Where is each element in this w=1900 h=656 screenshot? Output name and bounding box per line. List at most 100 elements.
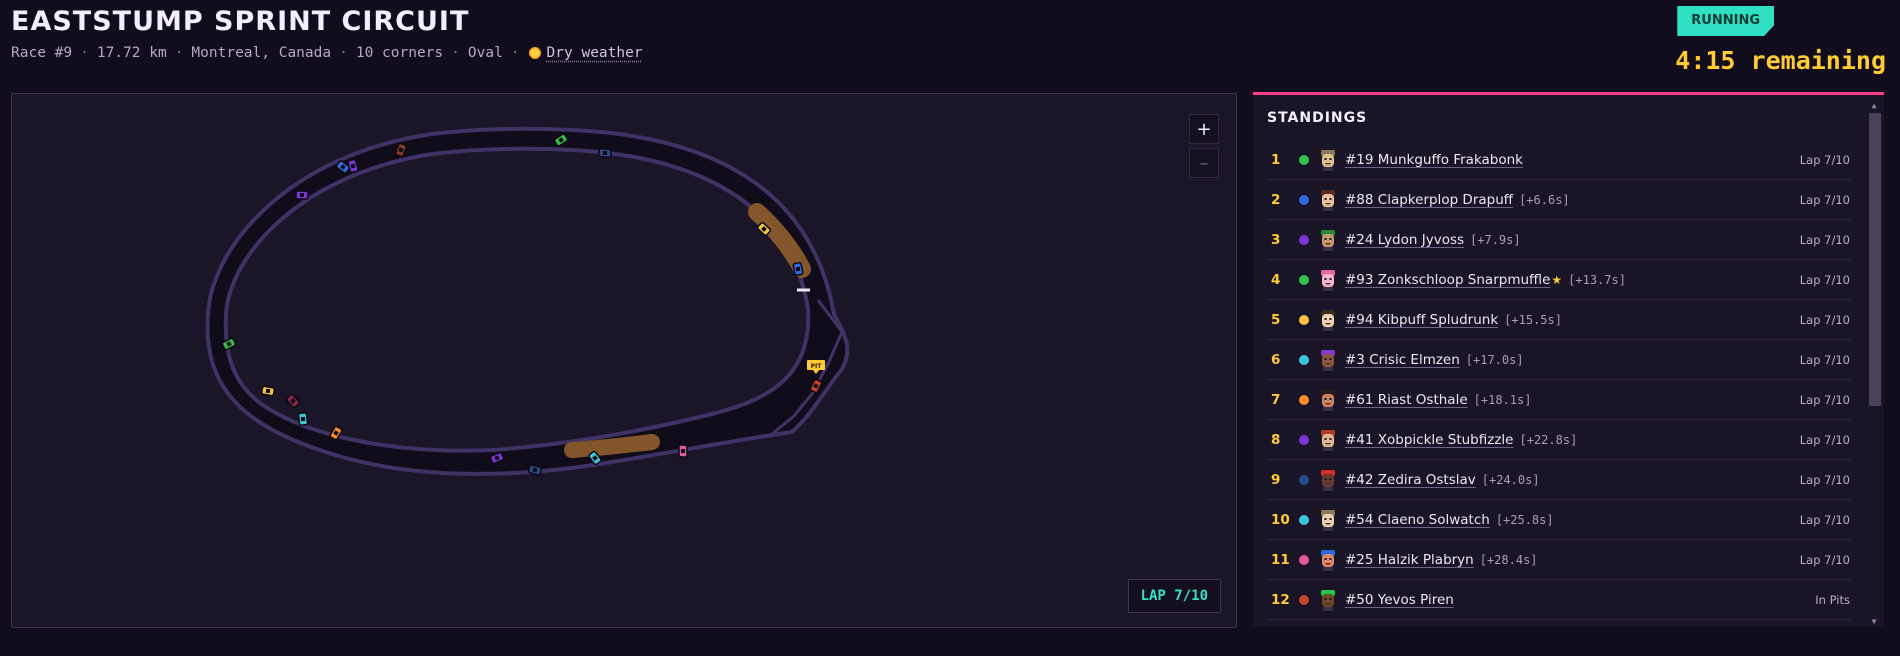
standings-row[interactable]: 5 #94 Kibpuff Spludrunk [+15.5s] Lap 7/10 [1267,300,1852,340]
driver-avatar-icon [1321,189,1335,211]
team-color-dot [1299,234,1309,245]
standings-row[interactable]: 10 #54 Claeno Solwatch [+25.8s] Lap 7/10 [1267,500,1852,540]
track-svg: PIT [205,126,850,476]
driver-name[interactable]: #88 Clapkerplop Drapuff [1345,192,1513,208]
driver-gap: [+24.0s] [1481,472,1540,487]
driver-lap: Lap 7/10 [1799,432,1850,447]
standings-row[interactable]: 4 #93 Zonkschloop Snarpmuffle ★ [+13.7s] Lap… [1267,260,1852,300]
driver-name[interactable]: #41 Xobpickle Stubfizzle [1345,432,1514,448]
track-map[interactable]: PIT + – LAP 7/10 [11,93,1237,628]
driver-name[interactable]: #3 Crisic Elmzen [1345,352,1460,368]
driver-lap: Lap 7/10 [1799,272,1850,287]
meta-separator: · [339,45,348,61]
driver-avatar-icon [1321,549,1335,571]
standings-position: 6 [1271,351,1281,368]
team-color-dot [1299,354,1309,365]
driver-name[interactable]: #93 Zonkschloop Snarpmuffle [1345,272,1550,288]
weather-label: Dry weather [546,45,643,61]
driver-avatar-icon [1321,469,1335,491]
standings-position: 11 [1271,551,1290,568]
driver-lap: Lap 7/10 [1799,192,1850,207]
race-title: EASTSTUMP SPRINT CIRCUIT [11,6,470,37]
standings-position: 3 [1271,231,1281,248]
team-color-dot [1299,194,1309,205]
team-color-dot [1299,554,1309,565]
driver-gap: [+17.0s] [1465,352,1524,367]
driver-name[interactable]: #19 Munkguffo Frakabonk [1345,152,1523,168]
race-shape: Oval [467,45,503,61]
standings-row[interactable]: 6 #3 Crisic Elmzen [+17.0s] Lap 7/10 [1267,340,1852,380]
driver-gap: [+15.5s] [1504,312,1562,327]
standings-position: 4 [1271,271,1281,288]
driver-lap: Lap 7/10 [1799,392,1850,407]
driver-name[interactable]: #94 Kibpuff Spludrunk [1345,312,1498,328]
standings-row[interactable]: 9 #42 Zedira Ostslav [+24.0s] Lap 7/10 [1267,460,1852,500]
scroll-up-icon[interactable]: ▲ [1867,99,1881,111]
star-icon: ★ [1551,272,1563,287]
driver-lap: Lap 7/10 [1799,232,1850,247]
standings-list[interactable]: 1 #19 Munkguffo Frakabonk Lap 7/10 2 #88 Cla… [1267,140,1852,627]
scroll-thumb[interactable] [1869,113,1881,406]
driver-lap: In Pits [1815,592,1850,607]
car-marker[interactable] [297,412,309,426]
lap-counter: LAP 7/10 [1127,579,1221,613]
zoom-in-button[interactable]: + [1189,114,1219,144]
standings-position: 10 [1271,511,1290,528]
car-marker[interactable] [792,261,804,277]
driver-gap: [+6.6s] [1519,192,1570,207]
driver-avatar-icon [1321,389,1335,411]
driver-avatar-icon [1321,509,1335,531]
track-inner-edge [223,146,811,453]
team-color-dot [1299,154,1309,165]
driver-avatar-icon [1321,589,1335,611]
driver-name[interactable]: #54 Claeno Solwatch [1345,512,1490,528]
car-marker[interactable] [295,190,309,200]
standings-panel: STANDINGS 1 #19 Munkguffo Frakabonk Lap 7/… [1253,92,1884,627]
marbles-bottom [564,434,660,458]
standings-row[interactable]: 7 #61 Riast Osthale [+18.1s] Lap 7/10 [1267,380,1852,420]
race-meta: Race #9 · 17.72 km · Montreal, Canada · … [11,45,1886,61]
driver-gap: [+28.4s] [1479,552,1538,567]
driver-lap: Lap 7/10 [1799,472,1850,487]
driver-gap: [+7.9s] [1470,232,1521,247]
standings-row[interactable]: 3 #24 Lydon Jyvoss [+7.9s] Lap 7/10 [1267,220,1852,260]
team-color-dot [1299,434,1309,445]
team-color-dot [1299,274,1309,285]
driver-lap: Lap 7/10 [1799,312,1850,327]
weather-link[interactable]: Dry weather [527,45,643,61]
standings-position: 2 [1271,191,1281,208]
driver-name[interactable]: #61 Riast Osthale [1345,392,1468,408]
time-remaining: 4:15 remaining [1675,46,1886,75]
standings-position: 12 [1271,591,1290,608]
car-marker[interactable] [678,444,688,458]
driver-avatar-icon [1321,429,1335,451]
pit-label: PIT [811,363,823,370]
standings-position: 8 [1271,431,1281,448]
driver-avatar-icon [1321,149,1335,171]
standings-scrollbar[interactable]: ▲ ▼ [1867,99,1881,627]
driver-name[interactable]: #50 Yevos Piren [1345,592,1454,608]
meta-separator: · [80,45,89,61]
driver-avatar-icon [1321,269,1335,291]
sun-icon [527,46,542,60]
team-color-dot [1299,314,1309,325]
meta-separator: · [510,45,520,61]
standings-row[interactable]: 8 #41 Xobpickle Stubfizzle [+22.8s] Lap 7/1… [1267,420,1852,460]
car-marker[interactable] [260,385,276,397]
driver-lap: Lap 7/10 [1799,152,1850,167]
race-corners: 10 corners [355,45,444,61]
standings-row[interactable]: 11 #25 Halzik Plabryn [+28.4s] Lap 7/10 [1267,540,1852,580]
standings-row[interactable]: 2 #88 Clapkerplop Drapuff [+6.6s] Lap 7/10 [1267,180,1852,220]
standings-row[interactable]: 13 [1267,620,1852,627]
driver-name[interactable]: #24 Lydon Jyvoss [1345,232,1464,248]
standings-row[interactable]: 1 #19 Munkguffo Frakabonk Lap 7/10 [1267,140,1852,180]
team-color-dot [1299,474,1309,485]
standings-position: 7 [1271,391,1281,408]
standings-row[interactable]: 12 #50 Yevos Piren In Pits [1267,580,1852,620]
scroll-down-icon[interactable]: ▼ [1867,615,1881,627]
driver-name[interactable]: #25 Halzik Plabryn [1345,552,1474,568]
driver-name[interactable]: #42 Zedira Ostslav [1345,472,1476,488]
car-marker[interactable] [598,147,612,159]
zoom-out-button[interactable]: – [1189,148,1219,178]
meta-separator: · [174,45,184,61]
